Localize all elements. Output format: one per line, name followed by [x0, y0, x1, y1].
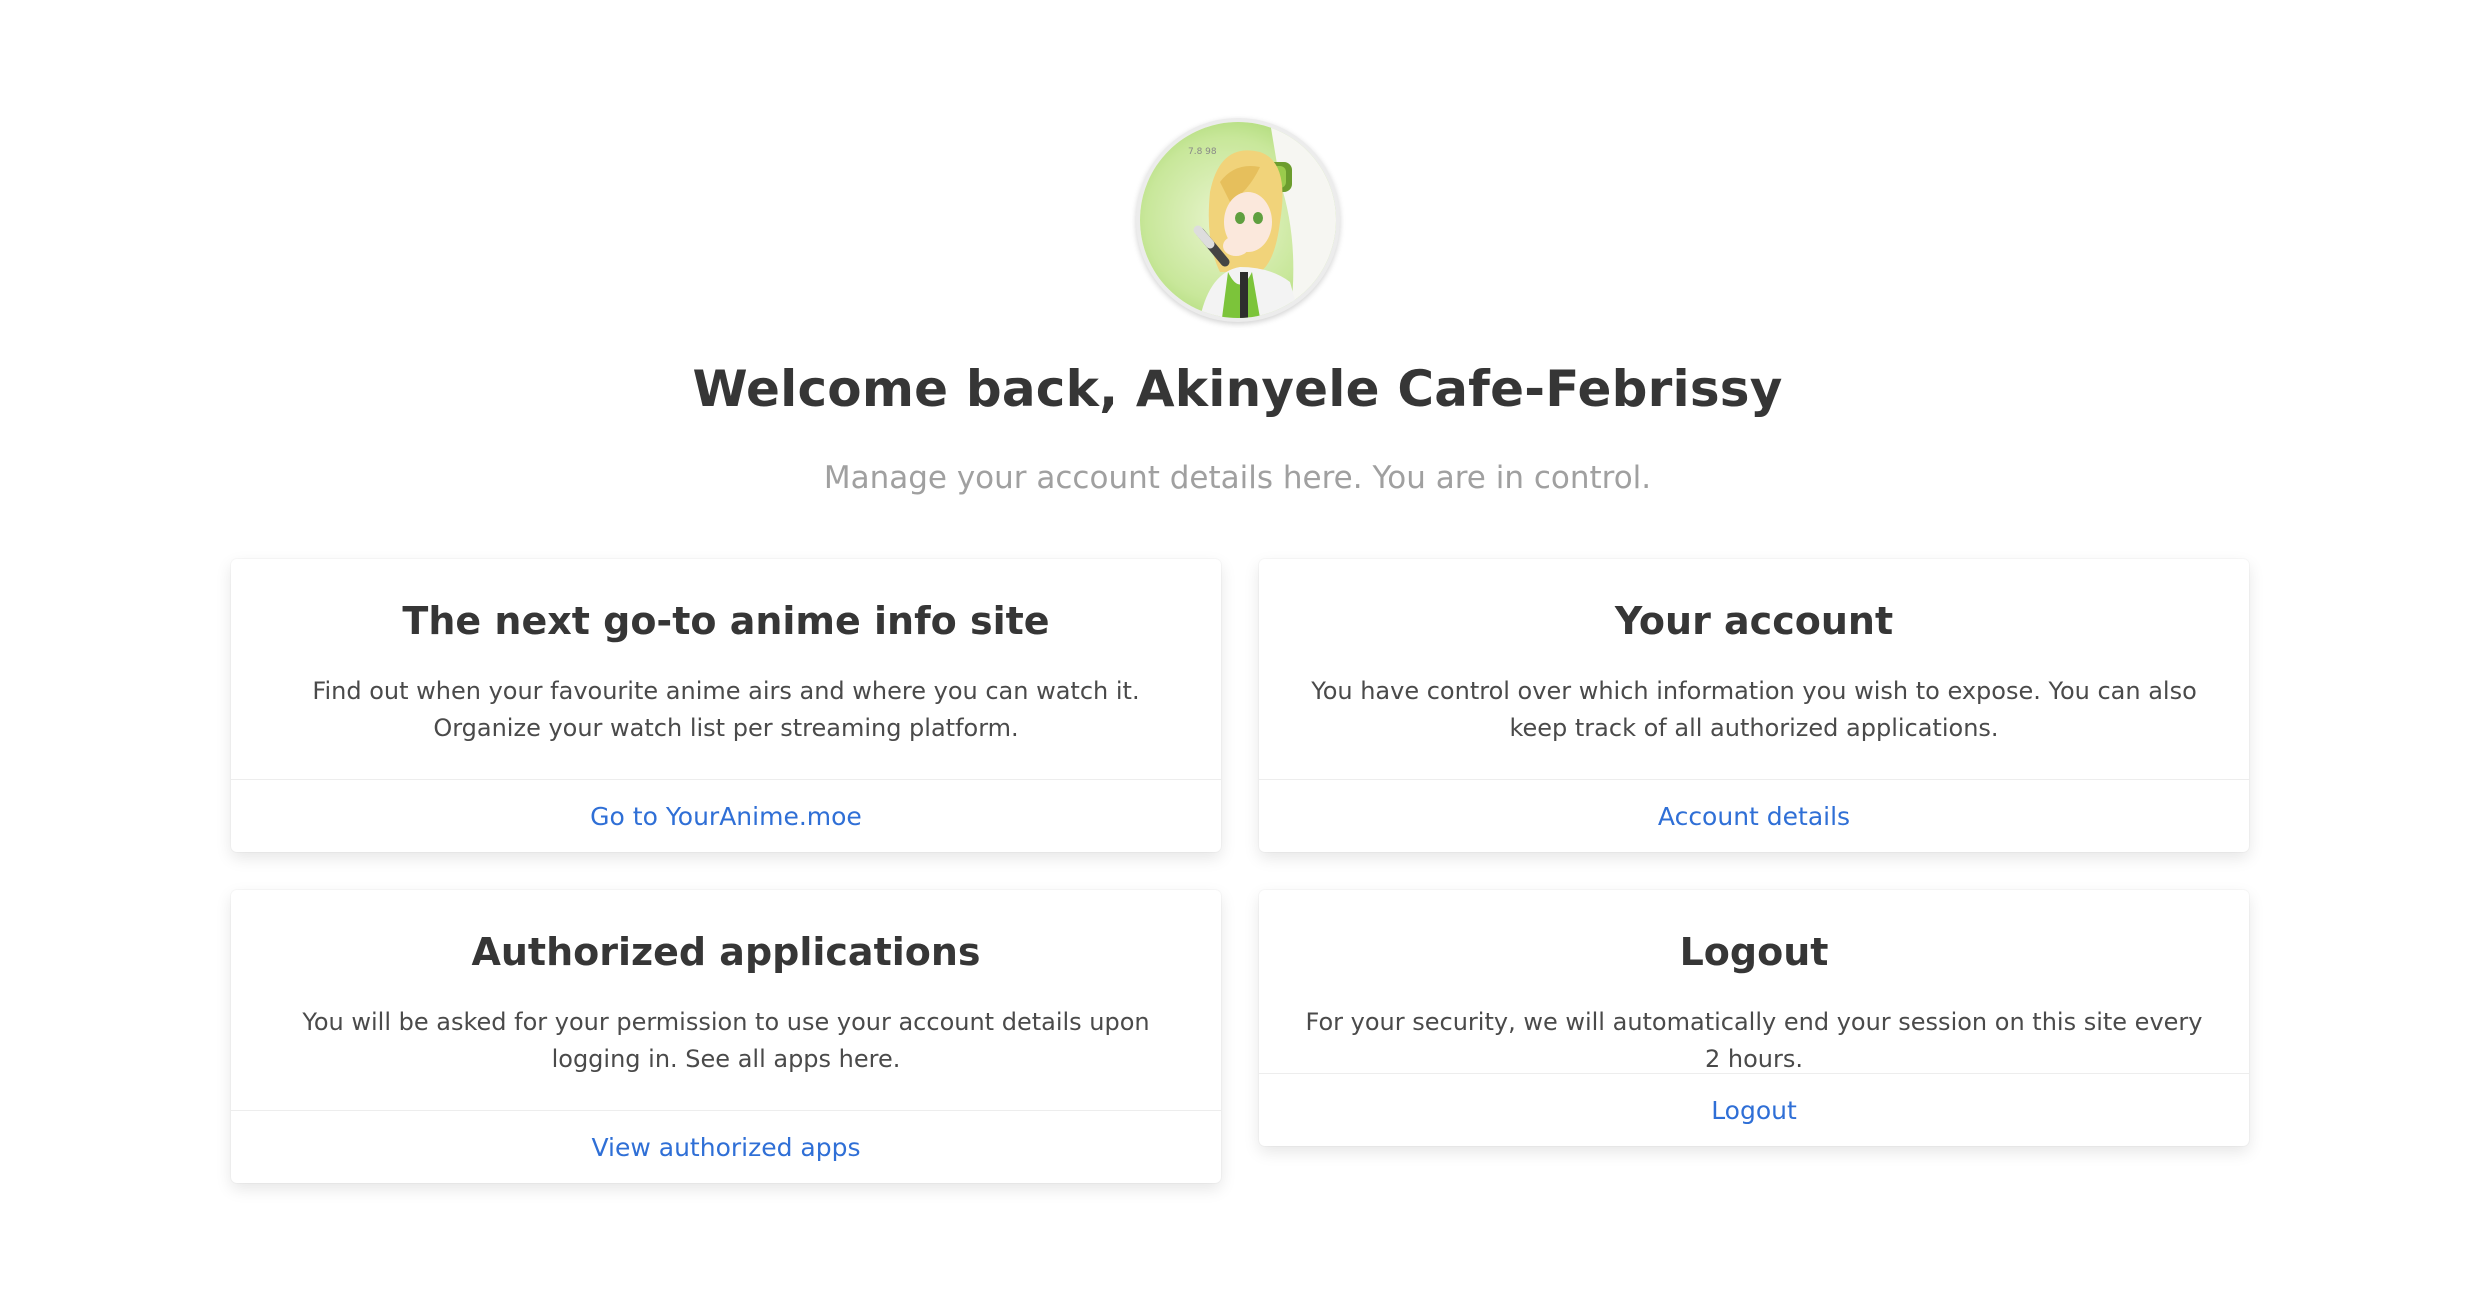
card-text: You will be asked for your permission to…: [302, 1008, 1150, 1073]
card-footer: View authorized apps: [231, 1110, 1221, 1183]
card-footer: Account details: [1259, 779, 2249, 852]
card-footer: Go to YourAnime.moe: [231, 779, 1221, 852]
card-title: Authorized applications: [471, 930, 981, 974]
go-to-youranime-link[interactable]: Go to YourAnime.moe: [590, 802, 862, 831]
account-dashboard: 7.8 98 Welcome back, Akinyele Cafe-Febri…: [0, 0, 2475, 1300]
anime-site-card: The next go-to anime info site Find out …: [231, 559, 1221, 852]
card-title: Logout: [1679, 930, 1829, 974]
card-footer: Logout: [1259, 1073, 2249, 1146]
welcome-subtitle: Manage your account details here. You ar…: [823, 460, 1652, 496]
card-text: Find out when your favourite anime airs …: [312, 677, 1140, 742]
avatar: 7.8 98: [1135, 118, 1340, 322]
logout-card: Logout For your security, we will automa…: [1259, 890, 2249, 1146]
card-text: You have control over which information …: [1311, 677, 2197, 742]
authorized-apps-card: Authorized applications You will be aske…: [231, 890, 1221, 1183]
card-title: The next go-to anime info site: [402, 599, 1050, 643]
your-account-card: Your account You have control over which…: [1259, 559, 2249, 852]
hero-section: 7.8 98 Welcome back, Akinyele Cafe-Febri…: [0, 0, 2475, 496]
view-authorized-apps-link[interactable]: View authorized apps: [591, 1133, 860, 1162]
svg-text:7.8 98: 7.8 98: [1188, 147, 1217, 157]
welcome-title: Welcome back, Akinyele Cafe-Febrissy: [692, 360, 1783, 418]
card-body: Your account You have control over which…: [1259, 559, 2249, 781]
card-body: Authorized applications You will be aske…: [231, 890, 1221, 1112]
account-details-link[interactable]: Account details: [1658, 802, 1850, 831]
anime-character-avatar-icon: 7.8 98: [1139, 122, 1336, 318]
logout-link[interactable]: Logout: [1711, 1096, 1797, 1125]
card-text: For your security, we will automatically…: [1305, 1008, 2203, 1073]
card-title: Your account: [1614, 599, 1894, 643]
card-body: The next go-to anime info site Find out …: [231, 559, 1221, 781]
